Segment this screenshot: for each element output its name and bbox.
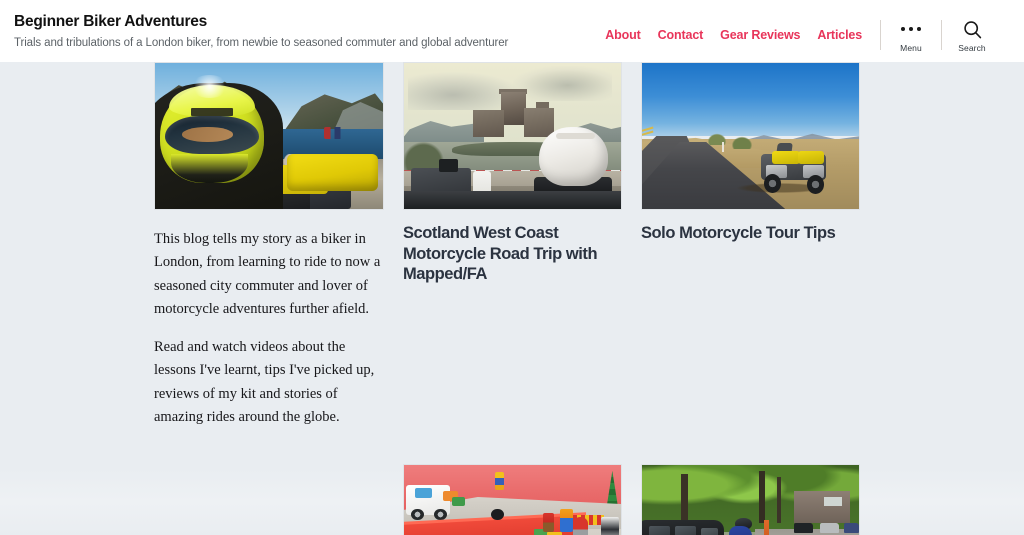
article-image-security[interactable] [403,463,622,535]
eilean-donan-castle-scene [404,63,621,209]
article-image-solo-tour[interactable] [641,62,860,210]
header-right: About Contact Gear Reviews Articles Menu… [605,13,1002,53]
menu-button[interactable]: Menu [881,17,941,53]
intro-text: This blog tells my story as a biker in L… [154,228,384,430]
brand-block[interactable]: Beginner Biker Adventures Trials and tri… [14,13,508,51]
article-title-solo-tour[interactable]: Solo Motorcycle Tour Tips [641,223,860,244]
nav-link-articles[interactable]: Articles [817,28,862,42]
search-button[interactable]: Search [942,17,1002,53]
site-tagline: Trials and tribulations of a London bike… [14,36,509,49]
intro-image[interactable] [154,62,384,210]
article-image-filtering[interactable] [641,463,860,535]
primary-nav: About Contact Gear Reviews Articles [605,28,880,42]
article-card-filtering[interactable]: Filtering in the City [641,463,860,535]
grid-spacer [154,430,384,535]
article-image-scotland[interactable] [403,62,622,210]
intro-column: This blog tells my story as a biker in L… [154,62,384,430]
page-body: This blog tells my story as a biker in L… [0,62,1024,535]
site-header: Beginner Biker Adventures Trials and tri… [0,0,1024,62]
article-card-solo-tour[interactable]: Solo Motorcycle Tour Tips [641,62,860,430]
search-button-label: Search [958,43,986,53]
rider-selfie-scene [155,63,383,209]
article-card-scotland[interactable]: Scotland West Coast Motorcycle Road Trip… [403,62,622,430]
lego-diorama-scene [404,464,621,535]
menu-button-label: Menu [900,43,922,53]
article-title-scotland[interactable]: Scotland West Coast Motorcycle Road Trip… [403,223,622,285]
city-filtering-scene [642,464,859,535]
nav-link-contact[interactable]: Contact [658,28,704,42]
intro-paragraph-1: This blog tells my story as a biker in L… [154,231,381,318]
article-card-security[interactable]: Motorcycle Security Guide & Best Ways to… [403,463,622,535]
nav-link-about[interactable]: About [605,28,641,42]
nav-link-gear-reviews[interactable]: Gear Reviews [720,28,800,42]
ellipsis-icon [900,19,922,39]
site-title[interactable]: Beginner Biker Adventures [14,13,508,31]
desert-highway-scene [642,63,859,209]
search-icon [963,19,982,39]
content-grid: This blog tells my story as a biker in L… [154,62,860,535]
intro-paragraph-2: Read and watch videos about the lessons … [154,338,375,426]
